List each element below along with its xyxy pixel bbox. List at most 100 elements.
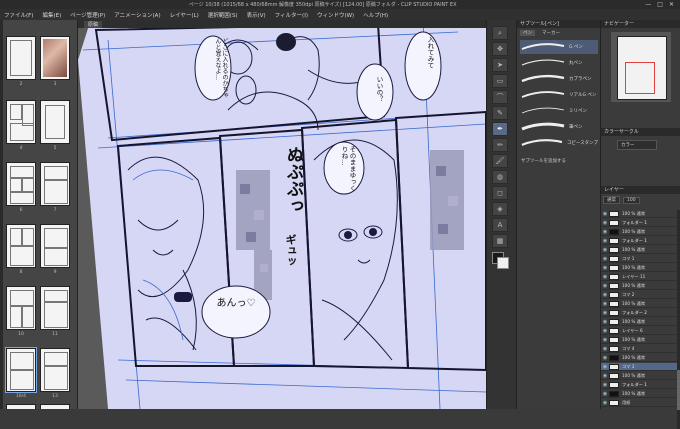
eyedropper-tool-icon[interactable]: ✎ (492, 106, 508, 120)
eye-icon[interactable]: ◉ (601, 400, 609, 406)
eye-icon[interactable]: ◉ (601, 292, 609, 298)
brush-item[interactable]: リアルG ペン (520, 88, 598, 102)
eye-icon[interactable]: ◉ (601, 373, 609, 379)
eye-icon[interactable]: ◉ (601, 247, 609, 253)
canvas-area[interactable]: どこに入れるのかちゃんと覚えなよ… 入れてみて いいの？ そのままゆっくりね… … (78, 20, 486, 409)
page-thumb-13[interactable] (40, 348, 70, 392)
fill-tool-icon[interactable]: ◈ (492, 202, 508, 216)
page-thumb-10[interactable] (6, 286, 36, 330)
layer-row[interactable]: ◉ 100 % 通常 (601, 246, 677, 254)
brush-item[interactable]: コピースタンプ (520, 136, 598, 150)
pen-tool-icon[interactable]: ✒ (492, 122, 508, 136)
menu-page[interactable]: ページ管理(P) (70, 11, 105, 19)
layer-row[interactable]: ◉ レイヤー 6 (601, 327, 677, 335)
brush-item[interactable]: カブラペン (520, 72, 598, 86)
subtool-tab-marker[interactable]: マーカー (539, 30, 563, 36)
eye-icon[interactable]: ◉ (601, 364, 609, 370)
layer-row[interactable]: ◉ 用紙 (601, 399, 677, 407)
eye-icon[interactable]: ◉ (601, 283, 609, 289)
layer-folder-row[interactable]: ◉ フォルダー 1 (601, 381, 677, 389)
move-tool-icon[interactable]: ✥ (492, 42, 508, 56)
menu-select[interactable]: 選択範囲(S) (208, 11, 238, 19)
menu-view[interactable]: 表示(V) (247, 11, 266, 19)
layer-row[interactable]: ◉ コマ 2 (601, 291, 677, 299)
eye-icon[interactable]: ◉ (601, 319, 609, 325)
layer-row[interactable]: ◉ レイヤー 11 (601, 273, 677, 281)
eye-icon[interactable]: ◉ (601, 211, 609, 217)
eye-icon[interactable]: ◉ (601, 274, 609, 280)
page-thumb-11[interactable] (40, 286, 70, 330)
brush-item[interactable]: 筆ペン (520, 120, 598, 134)
add-subtool-button[interactable]: サブツールを追加する (521, 158, 566, 164)
page-thumb-8[interactable] (6, 224, 36, 268)
eraser-tool-icon[interactable]: ◻ (492, 186, 508, 200)
layer-row[interactable]: ◉ コマ 3 (601, 363, 677, 371)
text-tool-icon[interactable]: A (492, 218, 508, 232)
eye-icon[interactable]: ◉ (601, 265, 609, 271)
page-thumb-7[interactable] (40, 162, 70, 206)
layer-folder-row[interactable]: ◉ フォルダー 1 (601, 219, 677, 227)
page-thumb-4[interactable] (6, 100, 36, 144)
layer-folder-row[interactable]: ◉ フォルダー 1 (601, 237, 677, 245)
opacity-field[interactable]: 100 (623, 196, 640, 204)
page-thumb-9[interactable] (40, 224, 70, 268)
layer-row[interactable]: ◉ 100 % 通常 (601, 318, 677, 326)
lasso-tool-icon[interactable]: ⌒ (492, 90, 508, 104)
layer-row[interactable]: ◉ 100 % 通常 (601, 282, 677, 290)
brush-item[interactable]: 丸ペン (520, 56, 598, 70)
eye-icon[interactable]: ◉ (601, 229, 609, 235)
layer-row[interactable]: ◉ コマ 1 (601, 255, 677, 263)
page-thumb-next[interactable] (40, 404, 70, 409)
page-thumb-2[interactable] (6, 36, 36, 80)
airbrush-tool-icon[interactable]: ◍ (492, 170, 508, 184)
eye-icon[interactable]: ◉ (601, 220, 609, 226)
menu-edit[interactable]: 編集(E) (42, 11, 61, 19)
eye-icon[interactable]: ◉ (601, 301, 609, 307)
page-thumb-3[interactable] (40, 36, 70, 80)
layer-row[interactable]: ◉ 100 % 通常 (601, 228, 677, 236)
layer-row[interactable]: ◉ 100 % 通常 (601, 210, 677, 218)
navigator-preview[interactable] (611, 32, 671, 102)
menu-window[interactable]: ウィンドウ(W) (317, 11, 354, 19)
minimize-button[interactable]: — (645, 1, 651, 8)
page-thumb-5[interactable] (40, 100, 70, 144)
eye-icon[interactable]: ◉ (601, 310, 609, 316)
eye-icon[interactable]: ◉ (601, 256, 609, 262)
maximize-button[interactable]: □ (657, 1, 663, 8)
close-button[interactable]: ✕ (669, 1, 674, 8)
menu-file[interactable]: ファイル(F) (4, 11, 33, 19)
page-thumb-12[interactable] (5, 347, 37, 393)
eye-icon[interactable]: ◉ (601, 328, 609, 334)
blend-mode-select[interactable]: 通常 (603, 196, 620, 204)
menu-filter[interactable]: フィルター(I) (275, 11, 308, 19)
operation-tool-icon[interactable]: ➤ (492, 58, 508, 72)
eye-icon[interactable]: ◉ (601, 346, 609, 352)
color-dropdown[interactable]: カラー (617, 140, 657, 150)
layer-folder-row[interactable]: ◉ フォルダー 2 (601, 309, 677, 317)
menu-animation[interactable]: アニメーション(A) (114, 11, 160, 19)
eye-icon[interactable]: ◉ (601, 355, 609, 361)
canvas-tab[interactable]: 原稿 (84, 21, 103, 28)
frame-tool-icon[interactable]: ▦ (492, 234, 508, 248)
menu-help[interactable]: ヘルプ(H) (363, 11, 388, 19)
layer-row[interactable]: ◉ 100 % 通常 (601, 300, 677, 308)
eye-icon[interactable]: ◉ (601, 337, 609, 343)
subtool-tab-pen[interactable]: ペン (520, 30, 535, 36)
page-thumb-6[interactable] (6, 162, 36, 206)
layer-row[interactable]: ◉ 100 % 通常 (601, 372, 677, 380)
layer-row[interactable]: ◉ 100 % 通常 (601, 264, 677, 272)
brush-item[interactable]: G ペン (520, 40, 598, 54)
select-tool-icon[interactable]: ▭ (492, 74, 508, 88)
sub-color-swatch[interactable] (497, 257, 509, 269)
eye-icon[interactable]: ◉ (601, 391, 609, 397)
brush-item[interactable]: ミリペン (520, 104, 598, 118)
brush-tool-icon[interactable]: 🖌 (492, 154, 508, 168)
pencil-tool-icon[interactable]: ✏ (492, 138, 508, 152)
zoom-tool-icon[interactable]: ⌕ (492, 26, 508, 40)
layer-row[interactable]: ◉ コマ 4 (601, 345, 677, 353)
eye-icon[interactable]: ◉ (601, 238, 609, 244)
layer-row[interactable]: ◉ 100 % 通常 (601, 354, 677, 362)
menu-layer[interactable]: レイヤー(L) (170, 11, 199, 19)
layer-row[interactable]: ◉ 100 % 通常 (601, 336, 677, 344)
eye-icon[interactable]: ◉ (601, 382, 609, 388)
